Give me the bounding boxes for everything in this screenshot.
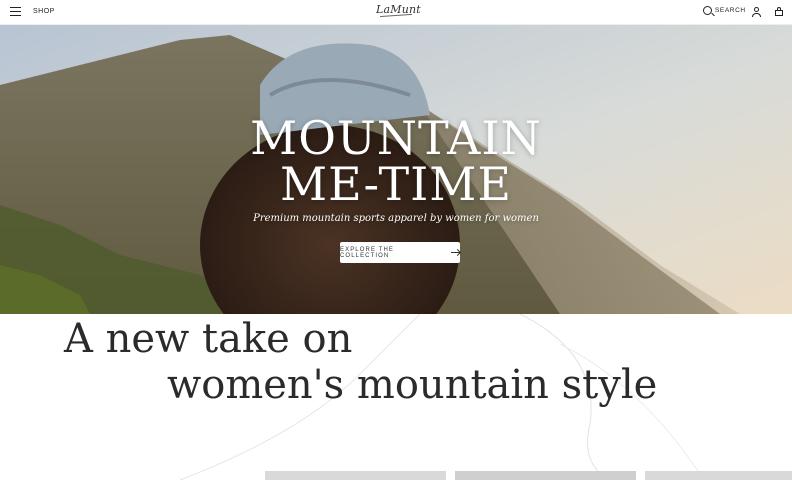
search-label: SEARCH	[715, 7, 746, 14]
product-card[interactable]	[645, 471, 792, 480]
account-icon[interactable]	[752, 7, 761, 17]
menu-icon[interactable]	[10, 7, 21, 18]
explore-collection-button[interactable]: EXPLORE THE COLLECTION	[340, 242, 460, 263]
product-card-row	[0, 471, 792, 480]
hero-title-line2: ME-TIME	[280, 157, 512, 211]
site-header: SHOP LaMunt SEARCH	[0, 0, 792, 25]
hero-subtitle: Premium mountain sports apparel by women…	[253, 213, 539, 224]
product-card[interactable]	[455, 471, 636, 480]
search-button[interactable]: SEARCH	[703, 6, 746, 15]
cart-icon[interactable]	[775, 7, 783, 16]
arrow-right-icon	[451, 252, 460, 253]
shop-link[interactable]: SHOP	[33, 8, 55, 15]
search-icon	[703, 6, 712, 15]
hero-title-line1: MOUNTAIN	[250, 111, 542, 165]
product-card[interactable]	[265, 471, 446, 480]
cta-label: EXPLORE THE COLLECTION	[340, 246, 395, 259]
intro-headline-line2: women's mountain style	[167, 362, 658, 408]
intro-headline-line1: A new take on	[64, 316, 353, 362]
hero-banner: MOUNTAIN ME-TIME Premium mountain sports…	[0, 25, 792, 314]
